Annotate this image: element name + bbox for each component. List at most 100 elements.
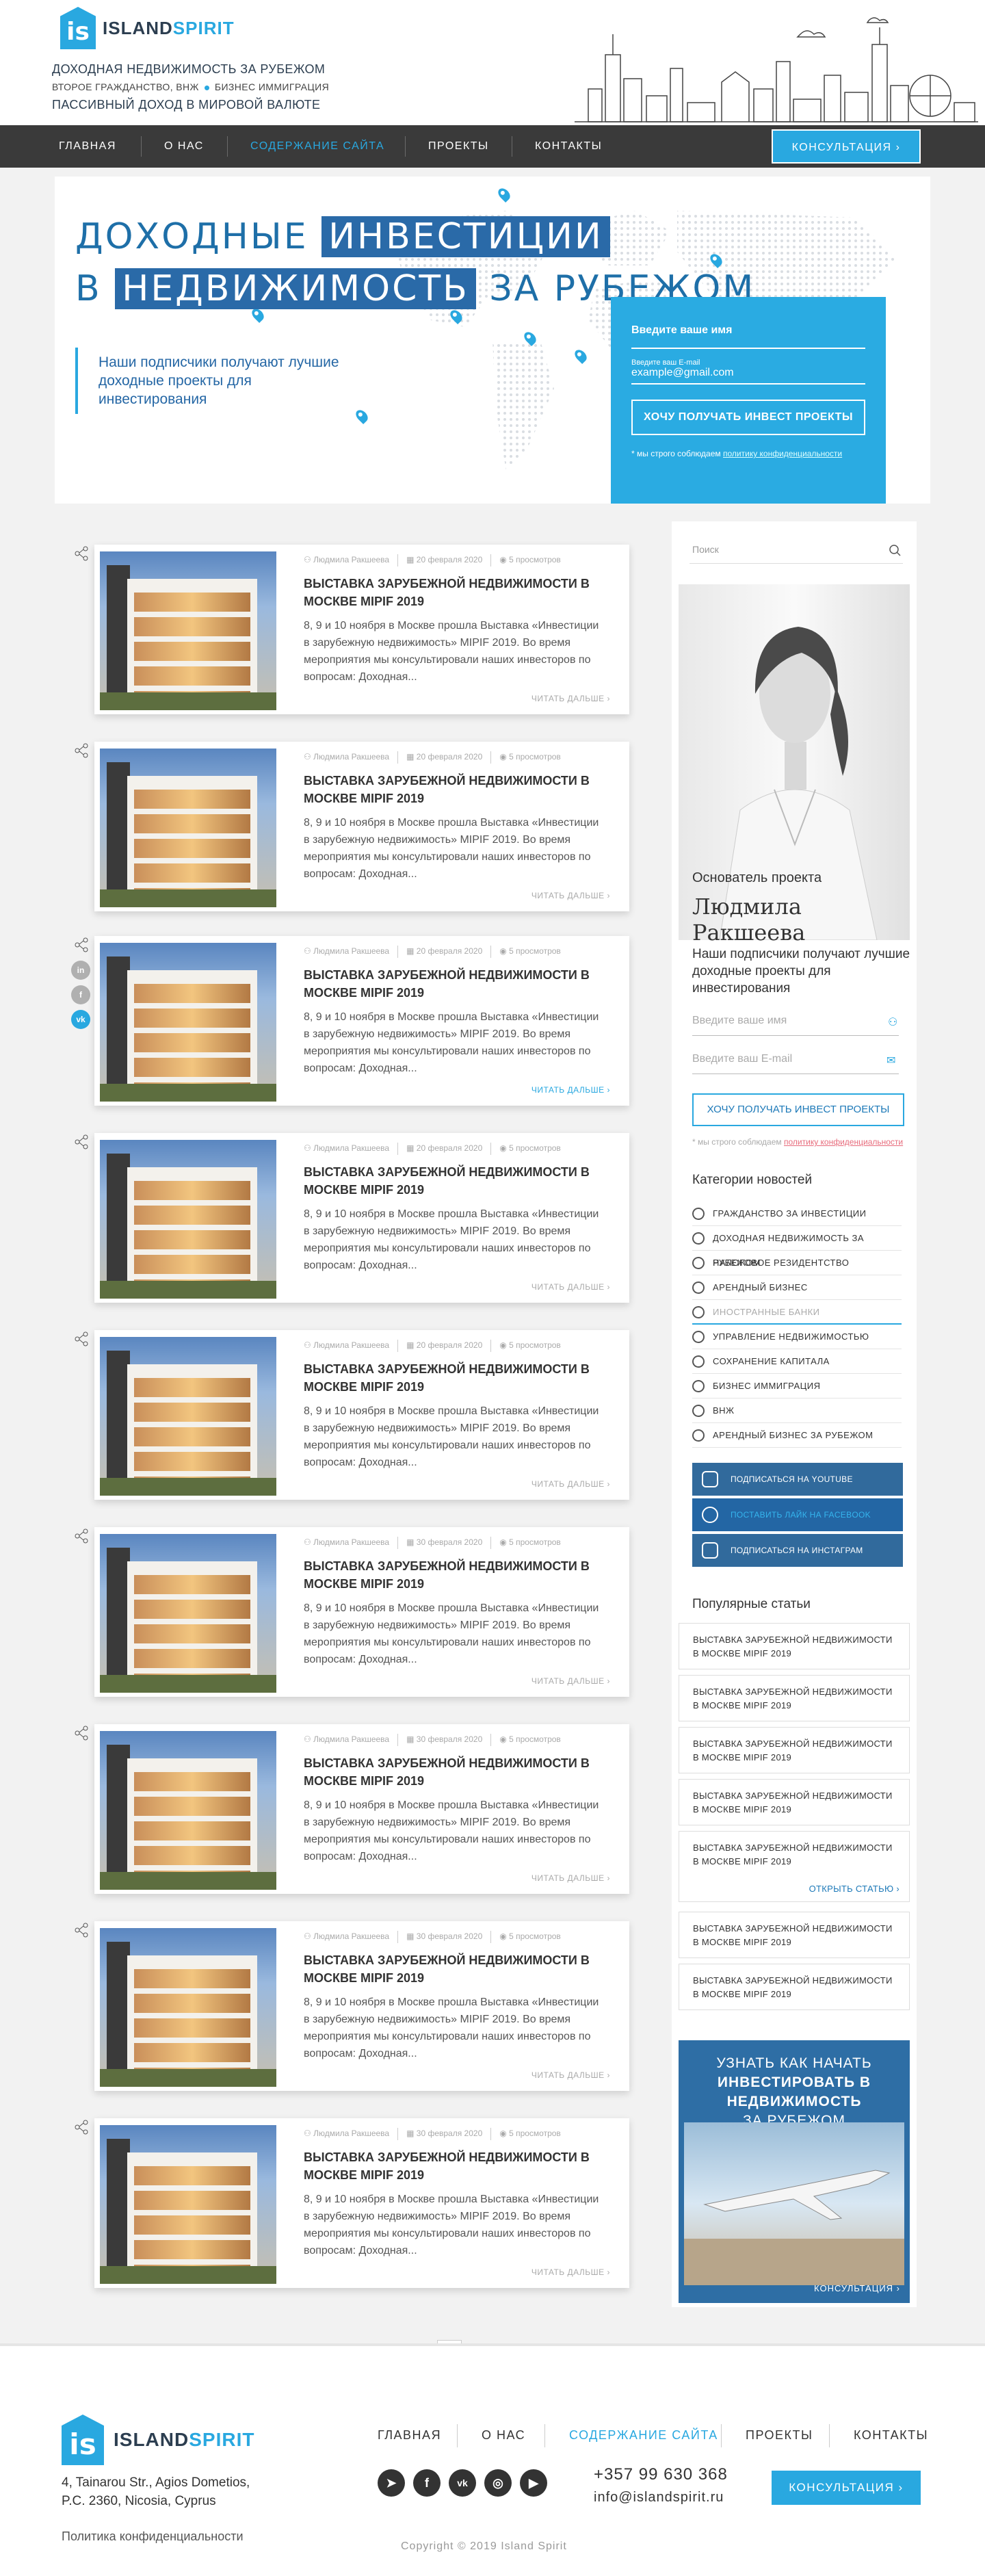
nav-item-contacts[interactable]: КОНТАКТЫ [535, 125, 602, 168]
facebook-like-button[interactable]: ПОСТАВИТЬ ЛАЙК НА FACEBOOK [692, 1498, 903, 1531]
read-more-link[interactable]: ЧИТАТЬ ДАЛЬШЕ › [531, 1085, 610, 1095]
share-icon[interactable] [74, 1726, 89, 1741]
nav-item-projects[interactable]: ПРОЕКТЫ [428, 125, 489, 168]
read-more-link[interactable]: ЧИТАТЬ ДАЛЬШЕ › [531, 2070, 610, 2080]
footer-privacy-link[interactable]: Политика конфиденциальности [62, 2529, 244, 2544]
share-icon[interactable] [74, 1134, 89, 1149]
read-more-link[interactable]: ЧИТАТЬ ДАЛЬШЕ › [531, 1676, 610, 1686]
read-more-link[interactable]: ЧИТАТЬ ДАЛЬШЕ › [531, 1282, 610, 1292]
promo-consultation-link[interactable]: КОНСУЛЬТАЦИЯ › [814, 2283, 900, 2293]
instagram-icon[interactable]: ◎ [484, 2469, 512, 2497]
post-title[interactable]: ВЫСТАВКА ЗАРУБЕЖНОЙ НЕДВИЖИМОСТИ В МОСКВ… [304, 1557, 591, 1593]
footer-consultation-button[interactable]: КОНСУЛЬТАЦИЯ › [772, 2471, 921, 2505]
category-item[interactable]: ИНОСТРАННЫЕ БАНКИ [692, 1300, 902, 1325]
read-more-link[interactable]: ЧИТАТЬ ДАЛЬШЕ › [531, 694, 610, 703]
read-more-link[interactable]: ЧИТАТЬ ДАЛЬШЕ › [531, 1873, 610, 1883]
search-input[interactable]: Поиск [690, 535, 903, 564]
category-item[interactable]: ДОХОДНАЯ НЕДВИЖИМОСТЬ ЗА РУБЕЖОМ [692, 1226, 902, 1268]
share-icon[interactable] [74, 2120, 89, 2135]
facebook-icon[interactable]: f [71, 985, 90, 1004]
share-icon[interactable] [74, 546, 89, 561]
footer-phone[interactable]: +357 99 630 368 [594, 2465, 728, 2484]
post-card[interactable]: ⚇ Людмила Ракшеева ▦ 20 февраля 2020 ◉ 5 п… [94, 545, 629, 714]
category-item[interactable]: АРЕНДНЫЙ БИЗНЕС ЗА РУБЕЖОМ [692, 1423, 902, 1448]
category-item[interactable]: НАЛОГОВОЕ РЕЗИДЕНТСТВО [692, 1251, 902, 1275]
post-card[interactable]: ⚇ Людмила Ракшеева ▦ 20 февраля 2020 ◉ 5 п… [94, 936, 629, 1106]
logo[interactable]: is ISLANDSPIRIT [60, 7, 235, 49]
post-image[interactable] [100, 1731, 276, 1890]
read-more-link[interactable]: ЧИТАТЬ ДАЛЬШЕ › [531, 1479, 610, 1489]
share-icon[interactable] [74, 937, 89, 952]
nav-item-home[interactable]: ГЛАВНАЯ [59, 125, 116, 168]
vk-icon[interactable]: vk [449, 2469, 476, 2497]
share-icon[interactable] [74, 743, 89, 758]
popular-article[interactable]: ВЫСТАВКА ЗАРУБЕЖНОЙ НЕДВИЖИМОСТИ В МОСКВ… [679, 1964, 910, 2010]
category-item[interactable]: ВНЖ [692, 1398, 902, 1423]
nav-item-content[interactable]: СОДЕРЖАНИЕ САЙТА [250, 125, 384, 168]
footer-email[interactable]: info@islandspirit.ru [594, 2490, 724, 2506]
linkedin-icon[interactable]: in [71, 961, 90, 980]
privacy-policy-link[interactable]: политику конфиденциальности [784, 1137, 903, 1147]
category-item[interactable]: ГРАЖДАНСТВО ЗА ИНВЕСТИЦИИ [692, 1201, 902, 1226]
read-more-link[interactable]: ЧИТАТЬ ДАЛЬШЕ › [531, 2267, 610, 2277]
footer-logo[interactable]: is ISLANDSPIRIT [62, 2415, 254, 2465]
post-image[interactable] [100, 1534, 276, 1693]
youtube-subscribe-button[interactable]: ПОДПИСАТЬСЯ НА YOUTUBE [692, 1463, 903, 1496]
post-card[interactable]: ⚇ Людмила Ракшеева ▦ 20 февраля 2020 ◉ 5 п… [94, 742, 629, 911]
post-card[interactable]: ⚇ Людмила Ракшеева ▦ 30 февраля 2020 ◉ 5 п… [94, 1724, 629, 1894]
category-item[interactable]: БИЗНЕС ИММИГРАЦИЯ [692, 1374, 902, 1398]
category-item[interactable]: УПРАВЛЕНИЕ НЕДВИЖИМОСТЬЮ [692, 1325, 902, 1349]
post-image[interactable] [100, 1140, 276, 1299]
consultation-button[interactable]: КОНСУЛЬТАЦИЯ › [772, 129, 921, 164]
post-title[interactable]: ВЫСТАВКА ЗАРУБЕЖНОЙ НЕДВИЖИМОСТИ В МОСКВ… [304, 1163, 591, 1199]
post-title[interactable]: ВЫСТАВКА ЗАРУБЕЖНОЙ НЕДВИЖИМОСТИ В МОСКВ… [304, 575, 591, 610]
footer-nav-contacts[interactable]: КОНТАКТЫ [854, 2428, 928, 2443]
post-title[interactable]: ВЫСТАВКА ЗАРУБЕЖНОЙ НЕДВИЖИМОСТИ В МОСКВ… [304, 2148, 591, 2184]
footer-nav-home[interactable]: ГЛАВНАЯ [378, 2428, 441, 2443]
privacy-policy-link[interactable]: политику конфиденциальности [723, 449, 842, 458]
category-item[interactable]: АРЕНДНЫЙ БИЗНЕС [692, 1275, 902, 1300]
post-image[interactable] [100, 749, 276, 907]
instagram-subscribe-button[interactable]: ПОДПИСАТЬСЯ НА ИНСТАГРАМ [692, 1534, 903, 1567]
post-card[interactable]: ⚇ Людмила Ракшеева ▦ 20 февраля 2020 ◉ 5 п… [94, 1133, 629, 1303]
sidebar-email-field[interactable]: Введите ваш E-mail [692, 1044, 899, 1074]
post-image[interactable] [100, 1337, 276, 1496]
hero-name-field[interactable]: Введите ваше имя [631, 324, 865, 349]
post-card[interactable]: ⚇ Людмила Ракшеева ▦ 30 февраля 2020 ◉ 5 п… [94, 1527, 629, 1697]
open-article-link[interactable]: ОТКРЫТЬ СТАТЬЮ › [809, 1882, 899, 1896]
category-item[interactable]: СОХРАНЕНИЕ КАПИТАЛА [692, 1349, 902, 1374]
popular-article[interactable]: ВЫСТАВКА ЗАРУБЕЖНОЙ НЕДВИЖИМОСТИ В МОСКВ… [679, 1623, 910, 1669]
post-image[interactable] [100, 2125, 276, 2284]
vk-icon[interactable]: vk [71, 1010, 90, 1029]
nav-item-about[interactable]: О НАС [164, 125, 204, 168]
footer-nav-content[interactable]: СОДЕРЖАНИЕ САЙТА [569, 2428, 718, 2443]
popular-article[interactable]: ВЫСТАВКА ЗАРУБЕЖНОЙ НЕДВИЖИМОСТИ В МОСКВ… [679, 1727, 910, 1773]
share-icon[interactable] [74, 1923, 89, 1938]
promo-banner[interactable]: УЗНАТЬ КАК НАЧАТЬ ИНВЕСТИРОВАТЬ В НЕДВИЖИ… [679, 2040, 910, 2303]
popular-article[interactable]: ВЫСТАВКА ЗАРУБЕЖНОЙ НЕДВИЖИМОСТИ В МОСКВ… [679, 1912, 910, 1958]
share-icon[interactable] [74, 1528, 89, 1544]
post-title[interactable]: ВЫСТАВКА ЗАРУБЕЖНОЙ НЕДВИЖИМОСТИ В МОСКВ… [304, 966, 591, 1002]
hero-subscribe-button[interactable]: ХОЧУ ПОЛУЧАТЬ ИНВЕСТ ПРОЕКТЫ [631, 400, 865, 435]
popular-article[interactable]: ВЫСТАВКА ЗАРУБЕЖНОЙ НЕДВИЖИМОСТИ В МОСКВ… [679, 1675, 910, 1721]
sidebar-name-field[interactable]: Введите ваше имя [692, 1006, 899, 1036]
hero-email-field[interactable]: example@gmail.com [631, 367, 865, 385]
footer-nav-projects[interactable]: ПРОЕКТЫ [746, 2428, 813, 2443]
post-image[interactable] [100, 1928, 276, 2087]
youtube-icon[interactable]: ▶ [520, 2469, 547, 2497]
post-card[interactable]: ⚇ Людмила Ракшеева ▦ 30 февраля 2020 ◉ 5 п… [94, 1921, 629, 2091]
read-more-link[interactable]: ЧИТАТЬ ДАЛЬШЕ › [531, 891, 610, 900]
search-icon[interactable] [889, 545, 902, 557]
post-title[interactable]: ВЫСТАВКА ЗАРУБЕЖНОЙ НЕДВИЖИМОСТИ В МОСКВ… [304, 1951, 591, 1987]
footer-nav-about[interactable]: О НАС [482, 2428, 525, 2443]
facebook-icon[interactable]: f [413, 2469, 441, 2497]
sidebar-subscribe-button[interactable]: ХОЧУ ПОЛУЧАТЬ ИНВЕСТ ПРОЕКТЫ [692, 1093, 904, 1126]
post-image[interactable] [100, 551, 276, 710]
share-icon[interactable] [74, 1331, 89, 1346]
post-card[interactable]: ⚇ Людмила Ракшеева ▦ 20 февраля 2020 ◉ 5 п… [94, 1330, 629, 1500]
popular-article[interactable]: ВЫСТАВКА ЗАРУБЕЖНОЙ НЕДВИЖИМОСТИ В МОСКВ… [679, 1779, 910, 1825]
post-title[interactable]: ВЫСТАВКА ЗАРУБЕЖНОЙ НЕДВИЖИМОСТИ В МОСКВ… [304, 1754, 591, 1790]
post-title[interactable]: ВЫСТАВКА ЗАРУБЕЖНОЙ НЕДВИЖИМОСТИ В МОСКВ… [304, 1360, 591, 1396]
telegram-icon[interactable]: ➤ [378, 2469, 405, 2497]
popular-article[interactable]: ВЫСТАВКА ЗАРУБЕЖНОЙ НЕДВИЖИМОСТИ В МОСКВ… [679, 1831, 910, 1902]
